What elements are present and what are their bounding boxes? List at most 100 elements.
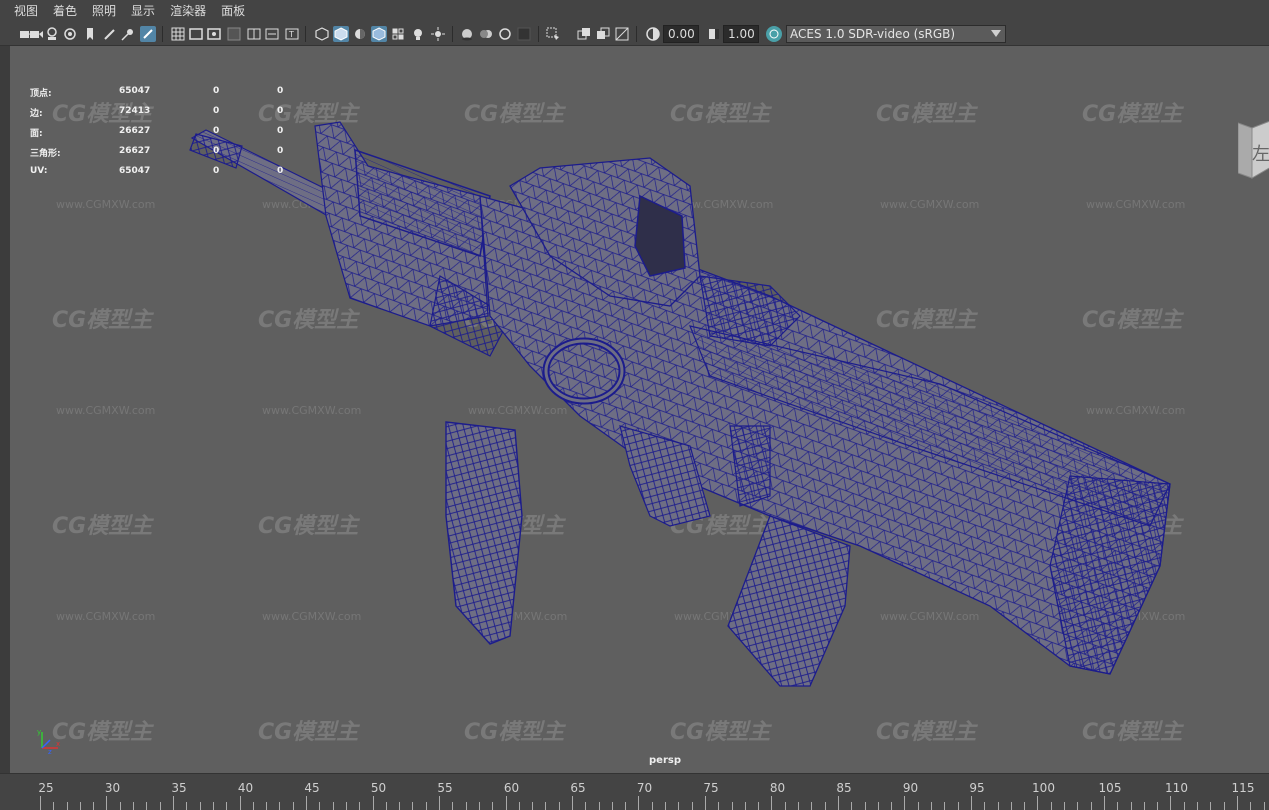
- timeline-tick: [319, 802, 320, 810]
- timeline-tick: [492, 802, 493, 810]
- timeline-tick: [811, 802, 812, 810]
- timeline-frame-label: 95: [969, 781, 985, 795]
- timeline-tick: [559, 802, 560, 810]
- hud-selected-secondary: 0: [277, 126, 284, 136]
- spare-magazine: [445, 421, 523, 645]
- color-management-icon[interactable]: [766, 26, 782, 42]
- gamma-icon[interactable]: [706, 26, 722, 42]
- timeline-tick: [226, 802, 227, 810]
- timeline-tick: [599, 802, 600, 810]
- timeline-tick: [705, 796, 706, 810]
- timeline-tick: [80, 802, 81, 810]
- wireframe-on-shaded-icon[interactable]: [371, 26, 387, 42]
- timeline-tick: [279, 802, 280, 810]
- timeline-tick: [918, 802, 919, 810]
- perspective-viewport[interactable]: CG模型主 CG模型主 CG模型主 CG模型主 CG模型主 CG模型主 CG模型主 CG模型主…: [10, 46, 1269, 773]
- timeline-tick: [865, 802, 866, 810]
- viewport-left-border: [0, 46, 10, 773]
- timeline-tick: [399, 802, 400, 810]
- timeline-tick: [532, 802, 533, 810]
- shadows-icon[interactable]: [430, 26, 446, 42]
- lights-icon[interactable]: [410, 26, 426, 42]
- image-plane-icon[interactable]: [62, 26, 78, 42]
- axis-x-label: x: [56, 740, 60, 748]
- timeline-tick: [1077, 802, 1078, 810]
- xray-icon[interactable]: [576, 26, 592, 42]
- timeline-tick: [1210, 802, 1211, 810]
- resolution-gate-icon[interactable]: [206, 26, 222, 42]
- hud-selected-secondary: 0: [277, 86, 284, 96]
- bookmark-flag-icon[interactable]: [82, 26, 98, 42]
- timeline-frame-label: 25: [38, 781, 54, 795]
- timeline-tick: [146, 802, 147, 810]
- camera-attributes-icon[interactable]: [28, 26, 44, 42]
- isolate-select-view-icon[interactable]: [545, 26, 561, 42]
- timeline-tick: [186, 802, 187, 810]
- timeline-frame-label: 115: [1231, 781, 1255, 795]
- hud-selected: 0: [213, 86, 220, 96]
- timeline-frame-label: 30: [104, 781, 121, 795]
- menu-lighting[interactable]: 照明: [92, 0, 116, 22]
- timeline-tick: [545, 802, 546, 810]
- timeline-tick: [93, 802, 94, 810]
- wireframe-shading-icon[interactable]: [314, 26, 330, 42]
- default-material-icon[interactable]: [352, 26, 368, 42]
- hud-label: 边:: [30, 109, 43, 119]
- timeline-tick: [1117, 802, 1118, 810]
- menu-panels[interactable]: 面板: [221, 0, 245, 22]
- view-cube[interactable]: 左: [1238, 118, 1269, 188]
- exposure-icon[interactable]: [645, 26, 661, 42]
- timeline-frame-label: 35: [171, 781, 187, 795]
- timeline-tick: [771, 796, 772, 810]
- grease-pencil-icon[interactable]: [102, 26, 118, 42]
- xray-joints-icon[interactable]: [595, 26, 611, 42]
- hud-selected: 0: [213, 106, 220, 116]
- grid-icon[interactable]: [170, 26, 186, 42]
- timeline-frame-label: 75: [703, 781, 719, 795]
- menu-view[interactable]: 视图: [14, 0, 38, 22]
- isolate-select-icon[interactable]: [120, 26, 136, 42]
- depth-of-field-icon[interactable]: [516, 26, 532, 42]
- hud-label: 面:: [30, 129, 43, 139]
- motion-blur-icon[interactable]: [478, 26, 494, 42]
- timeline-tick: [758, 802, 759, 810]
- bookmark-icon[interactable]: [44, 26, 60, 42]
- camera-name-label: persp: [649, 755, 681, 766]
- time-slider[interactable]: 25 30 35 40 45 50 55 60 65 70 75 80 85 90 95 100 105 110 1…: [0, 773, 1269, 810]
- timeline-frame-label: 80: [769, 781, 786, 795]
- wireframe-pen-icon[interactable]: [140, 26, 156, 42]
- timeline-tick: [53, 802, 54, 810]
- anti-aliasing-icon[interactable]: [497, 26, 513, 42]
- timeline-tick: [240, 796, 241, 810]
- textured-icon[interactable]: [390, 26, 406, 42]
- chevron-down-icon: [991, 30, 1001, 37]
- smooth-shade-icon[interactable]: [333, 26, 349, 42]
- axis-gizmo: y x z: [37, 728, 60, 756]
- timeline-tick: [373, 796, 374, 810]
- timeline-tick: [439, 796, 440, 810]
- hud-value: 72413: [119, 106, 151, 116]
- menu-show[interactable]: 显示: [131, 0, 155, 22]
- timeline-tick: [678, 802, 679, 810]
- safe-action-icon[interactable]: [264, 26, 280, 42]
- viewport-menu-bar: 视图 着色 照明 显示 渲染器 面板: [0, 0, 1269, 22]
- view-transform-dropdown[interactable]: ACES 1.0 SDR-video (sRGB): [786, 25, 1006, 43]
- menu-shading[interactable]: 着色: [53, 0, 77, 22]
- screen-space-ao-icon[interactable]: [459, 26, 475, 42]
- film-gate-icon[interactable]: [188, 26, 204, 42]
- xray-components-icon[interactable]: [614, 26, 630, 42]
- timeline-tick: [466, 802, 467, 810]
- exposure-field[interactable]: 0.00: [663, 25, 699, 43]
- timeline-tick: [1104, 796, 1105, 810]
- gamma-field[interactable]: 1.00: [723, 25, 759, 43]
- timeline-tick: [825, 802, 826, 810]
- timeline-tick: [1170, 796, 1171, 810]
- menu-renderer[interactable]: 渲染器: [170, 0, 206, 22]
- svg-text:T: T: [288, 30, 294, 39]
- field-chart-icon[interactable]: [246, 26, 262, 42]
- timeline-tick: [1091, 802, 1092, 810]
- rifle-wireframe-model[interactable]: [10, 46, 1269, 773]
- safe-title-icon[interactable]: T: [284, 26, 300, 42]
- gate-mask-icon[interactable]: [226, 26, 242, 42]
- timeline-tick: [359, 802, 360, 810]
